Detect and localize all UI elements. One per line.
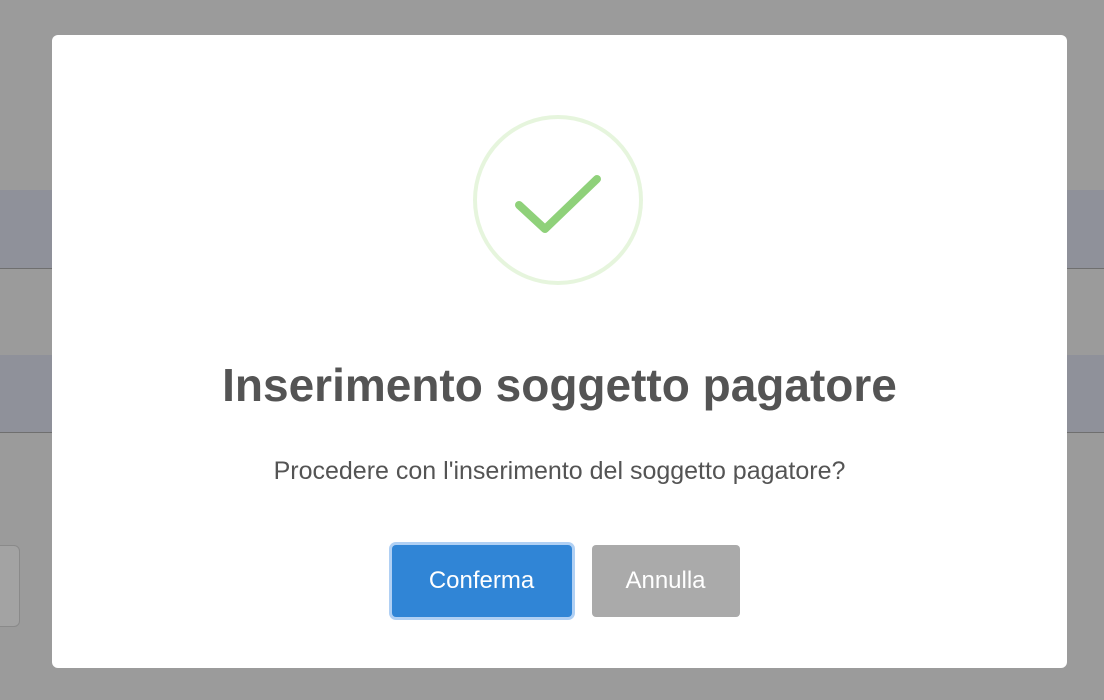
dialog-actions: Conferma Annulla	[52, 545, 1067, 617]
dialog-message: Procedere con l'inserimento del soggetto…	[273, 457, 846, 485]
cancel-button[interactable]: Annulla	[591, 545, 740, 617]
confirm-button[interactable]: Conferma	[391, 545, 572, 617]
success-checkmark-icon	[473, 115, 643, 285]
dialog-title: Inserimento soggetto pagatore	[222, 359, 897, 411]
background-page-field	[0, 545, 20, 627]
checkmark-icon	[515, 175, 601, 233]
confirmation-dialog: Inserimento soggetto pagatore Procedere …	[52, 35, 1067, 668]
